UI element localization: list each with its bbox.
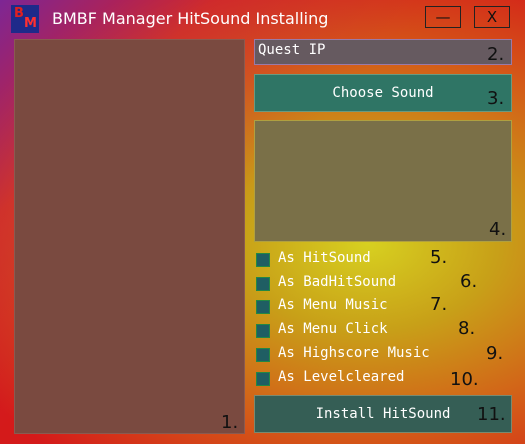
minimize-button[interactable]: —	[425, 6, 461, 28]
hitsound-checkbox[interactable]	[256, 253, 270, 267]
install-hitsound-button[interactable]: Install HitSound	[254, 395, 512, 433]
close-button[interactable]: X	[474, 6, 510, 28]
label-number-7: 7.	[430, 294, 448, 315]
title-bar[interactable]: B M BMBF Manager HitSound Installing — X	[0, 0, 525, 36]
label-number-6: 6.	[460, 271, 478, 292]
highscore-music-checkbox[interactable]	[256, 348, 270, 362]
label-number-2: 2.	[487, 44, 505, 65]
badhitsound-checkbox[interactable]	[256, 277, 270, 291]
option-label: As Levelcleared	[278, 369, 405, 385]
menu-click-checkbox[interactable]	[256, 324, 270, 338]
option-label: As Menu Click	[278, 321, 388, 337]
label-number-11: 11.	[477, 404, 506, 425]
option-label: As Highscore Music	[278, 345, 430, 361]
app-window: B M BMBF Manager HitSound Installing — X…	[0, 0, 525, 444]
label-number-1: 1.	[221, 412, 239, 433]
levelcleared-checkbox[interactable]	[256, 372, 270, 386]
logo-letter-b: B	[14, 6, 24, 21]
choose-sound-button[interactable]: Choose Sound	[254, 74, 512, 112]
label-number-10: 10.	[450, 369, 479, 390]
quest-ip-input[interactable]: Quest IP	[254, 39, 512, 65]
option-label: As Menu Music	[278, 297, 388, 313]
app-logo-icon: B M	[11, 5, 39, 33]
option-label: As HitSound	[278, 250, 371, 266]
sound-list-panel[interactable]: 1.	[14, 39, 245, 434]
sound-preview-box	[254, 120, 512, 242]
menu-music-checkbox[interactable]	[256, 300, 270, 314]
label-number-3: 3.	[487, 88, 505, 109]
label-number-4: 4.	[489, 219, 507, 240]
option-label: As BadHitSound	[278, 274, 397, 290]
label-number-9: 9.	[486, 343, 504, 364]
logo-letter-m: M	[24, 16, 37, 31]
label-number-8: 8.	[458, 318, 476, 339]
quest-ip-value: Quest IP	[258, 42, 326, 58]
label-number-5: 5.	[430, 247, 448, 268]
window-title: BMBF Manager HitSound Installing	[52, 9, 329, 28]
